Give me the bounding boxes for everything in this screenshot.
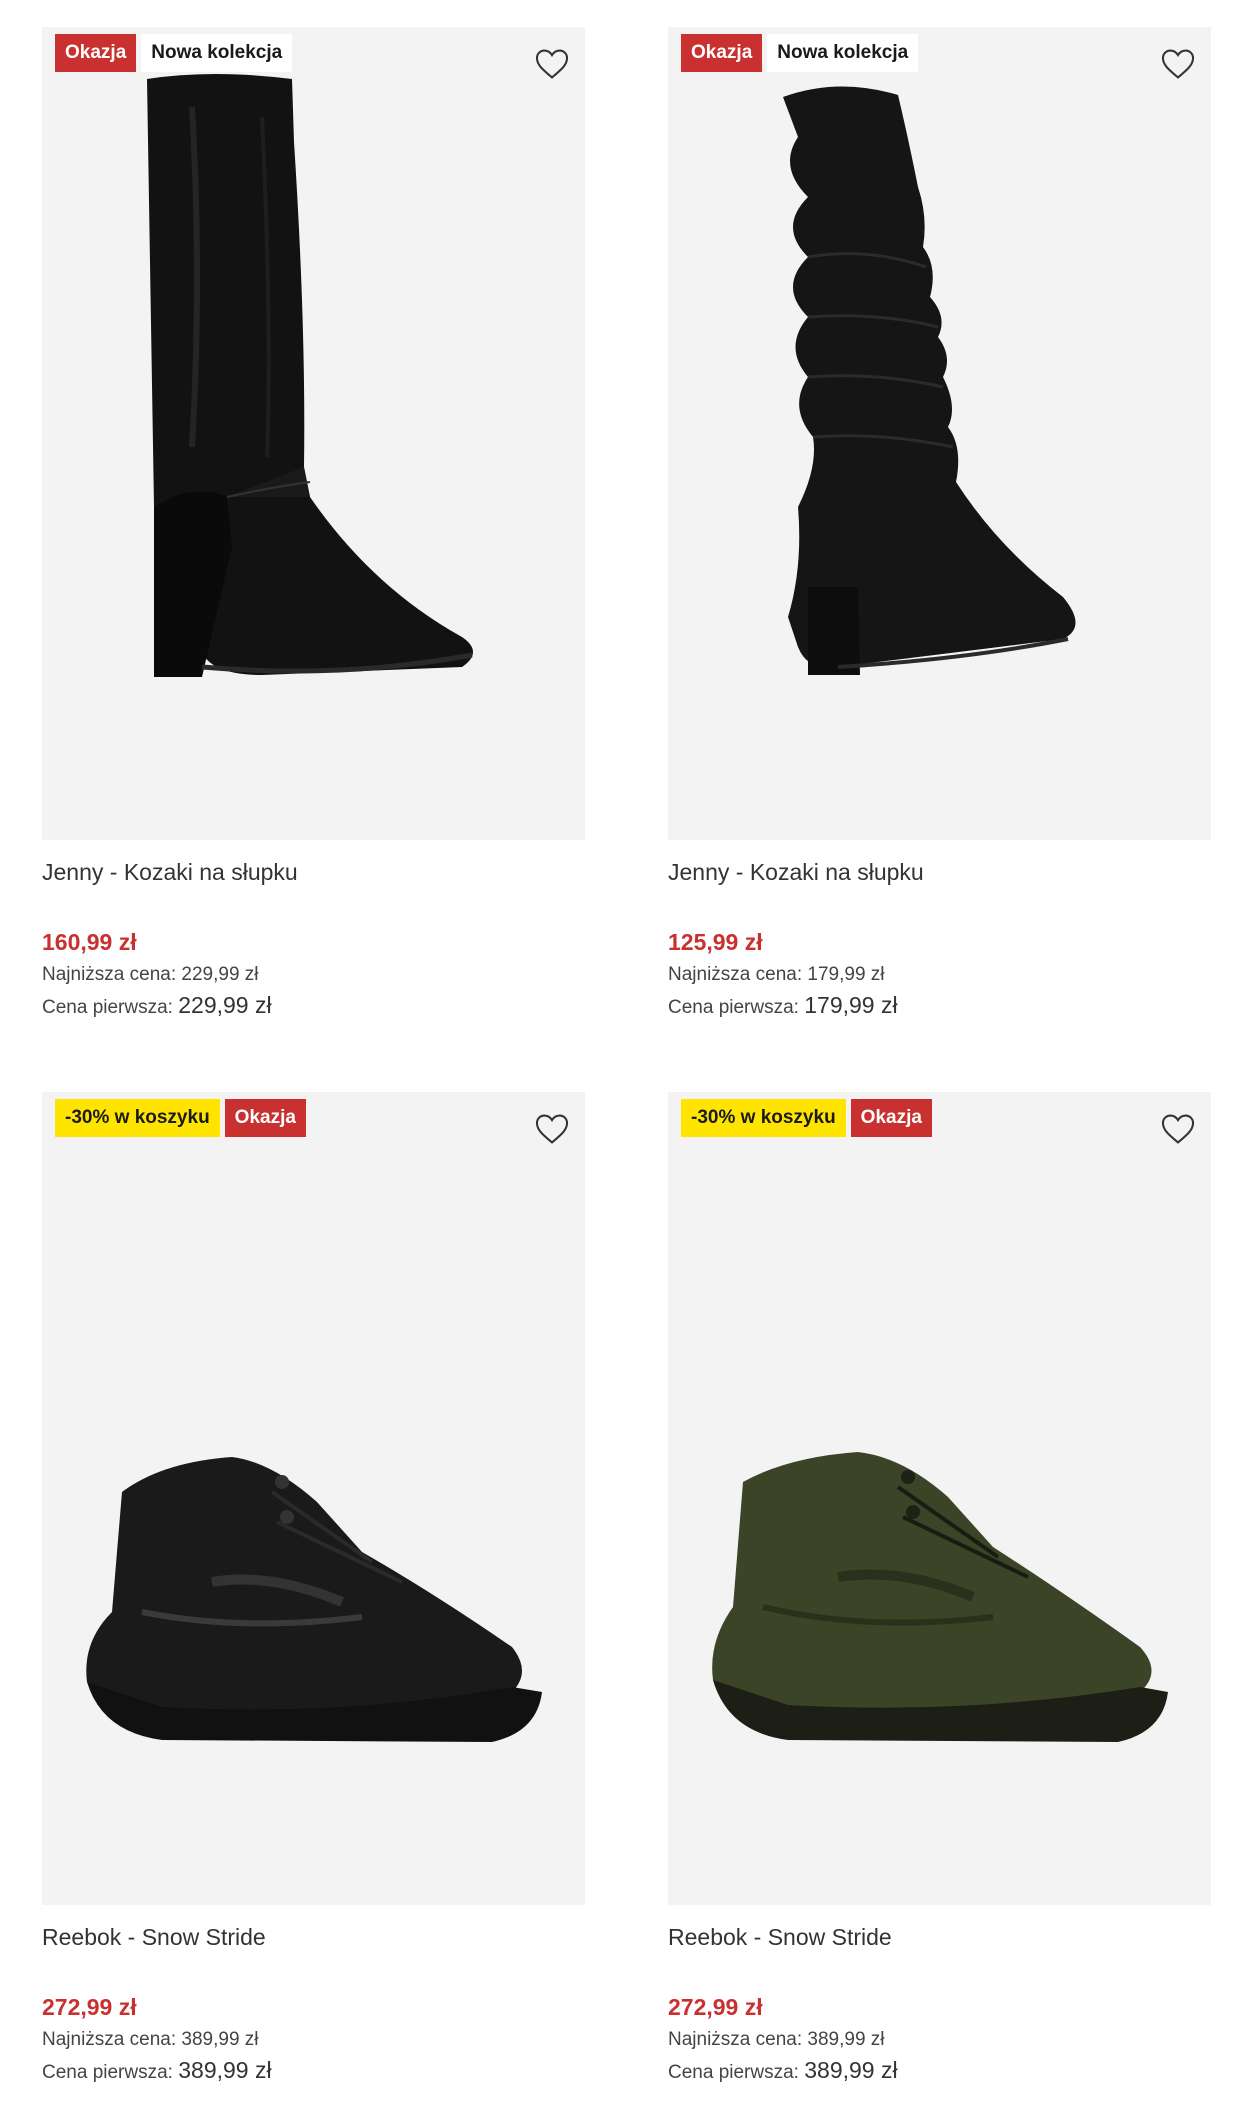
product-card[interactable]: Okazja Nowa kolekcja Jenny - Kozaki na s… xyxy=(42,27,585,1023)
product-image xyxy=(783,86,1076,675)
first-price-value: 179,99 zł xyxy=(804,992,898,1018)
lowest-price-row: Najniższa cena: 389,99 zł xyxy=(42,2025,585,2055)
product-price: 272,99 zł xyxy=(42,1994,137,2020)
product-card[interactable]: -30% w koszyku Okazja Reebok - Snow Stri… xyxy=(668,1092,1211,2088)
product-image-container[interactable]: -30% w koszyku Okazja xyxy=(668,1092,1211,1905)
heart-outline-icon xyxy=(1161,49,1195,79)
badge-group: Okazja Nowa kolekcja xyxy=(681,34,919,72)
product-grid: Okazja Nowa kolekcja Jenny - Kozaki na s… xyxy=(0,0,1250,2123)
heart-outline-icon xyxy=(1161,1114,1195,1144)
cart-discount-badge: -30% w koszyku xyxy=(681,1099,846,1137)
product-card[interactable]: Okazja Nowa kolekcja Jenny - Kozaki na s… xyxy=(668,27,1211,1023)
first-price-value: 389,99 zł xyxy=(804,2057,898,2083)
first-price-value: 389,99 zł xyxy=(178,2057,272,2083)
sale-badge: Okazja xyxy=(224,1099,306,1137)
new-collection-badge: Nowa kolekcja xyxy=(141,34,293,72)
product-image xyxy=(86,1457,542,1742)
product-image xyxy=(147,74,473,677)
badge-group: -30% w koszyku Okazja xyxy=(55,1099,306,1137)
product-name[interactable]: Reebok - Snow Stride xyxy=(668,1921,1211,1953)
lowest-price-value: 179,99 zł xyxy=(807,964,885,985)
favorite-button[interactable] xyxy=(1159,1110,1197,1148)
lowest-price-label: Najniższa cena: xyxy=(668,964,803,985)
lowest-price-row: Najniższa cena: 389,99 zł xyxy=(668,2025,1211,2055)
first-price-row: Cena pierwsza: 229,99 zł xyxy=(42,990,585,1023)
product-card[interactable]: -30% w koszyku Okazja Reebok - Snow Stri… xyxy=(42,1092,585,2088)
lowest-price-label: Najniższa cena: xyxy=(668,2029,803,2050)
heart-outline-icon xyxy=(535,49,569,79)
product-name[interactable]: Reebok - Snow Stride xyxy=(42,1921,585,1953)
first-price-label: Cena pierwsza: xyxy=(668,2062,799,2083)
badge-group: -30% w koszyku Okazja xyxy=(681,1099,932,1137)
product-price: 160,99 zł xyxy=(42,929,137,955)
product-image-container[interactable]: Okazja Nowa kolekcja xyxy=(668,27,1211,840)
product-name[interactable]: Jenny - Kozaki na słupku xyxy=(668,856,1211,888)
sale-badge: Okazja xyxy=(850,1099,932,1137)
product-image-container[interactable]: -30% w koszyku Okazja xyxy=(42,1092,585,1905)
lowest-price-value: 389,99 zł xyxy=(181,2029,259,2050)
new-collection-badge: Nowa kolekcja xyxy=(767,34,919,72)
favorite-button[interactable] xyxy=(533,45,571,83)
product-price: 125,99 zł xyxy=(668,929,763,955)
cart-discount-badge: -30% w koszyku xyxy=(55,1099,220,1137)
sale-badge: Okazja xyxy=(55,34,137,72)
lowest-price-row: Najniższa cena: 179,99 zł xyxy=(668,960,1211,990)
favorite-button[interactable] xyxy=(1159,45,1197,83)
favorite-button[interactable] xyxy=(533,1110,571,1148)
first-price-label: Cena pierwsza: xyxy=(42,997,173,1018)
lowest-price-value: 389,99 zł xyxy=(807,2029,885,2050)
first-price-row: Cena pierwsza: 389,99 zł xyxy=(668,2055,1211,2088)
first-price-row: Cena pierwsza: 389,99 zł xyxy=(42,2055,585,2088)
sale-badge: Okazja xyxy=(681,34,763,72)
product-price: 272,99 zł xyxy=(668,1994,763,2020)
product-name[interactable]: Jenny - Kozaki na słupku xyxy=(42,856,585,888)
first-price-row: Cena pierwsza: 179,99 zł xyxy=(668,990,1211,1023)
first-price-label: Cena pierwsza: xyxy=(668,997,799,1018)
heart-outline-icon xyxy=(535,1114,569,1144)
lowest-price-label: Najniższa cena: xyxy=(42,2029,177,2050)
first-price-value: 229,99 zł xyxy=(178,992,272,1018)
lowest-price-label: Najniższa cena: xyxy=(42,964,177,985)
product-image-container[interactable]: Okazja Nowa kolekcja xyxy=(42,27,585,840)
first-price-label: Cena pierwsza: xyxy=(42,2062,173,2083)
lowest-price-row: Najniższa cena: 229,99 zł xyxy=(42,960,585,990)
badge-group: Okazja Nowa kolekcja xyxy=(55,34,293,72)
lowest-price-value: 229,99 zł xyxy=(181,964,259,985)
product-image xyxy=(712,1452,1168,1742)
